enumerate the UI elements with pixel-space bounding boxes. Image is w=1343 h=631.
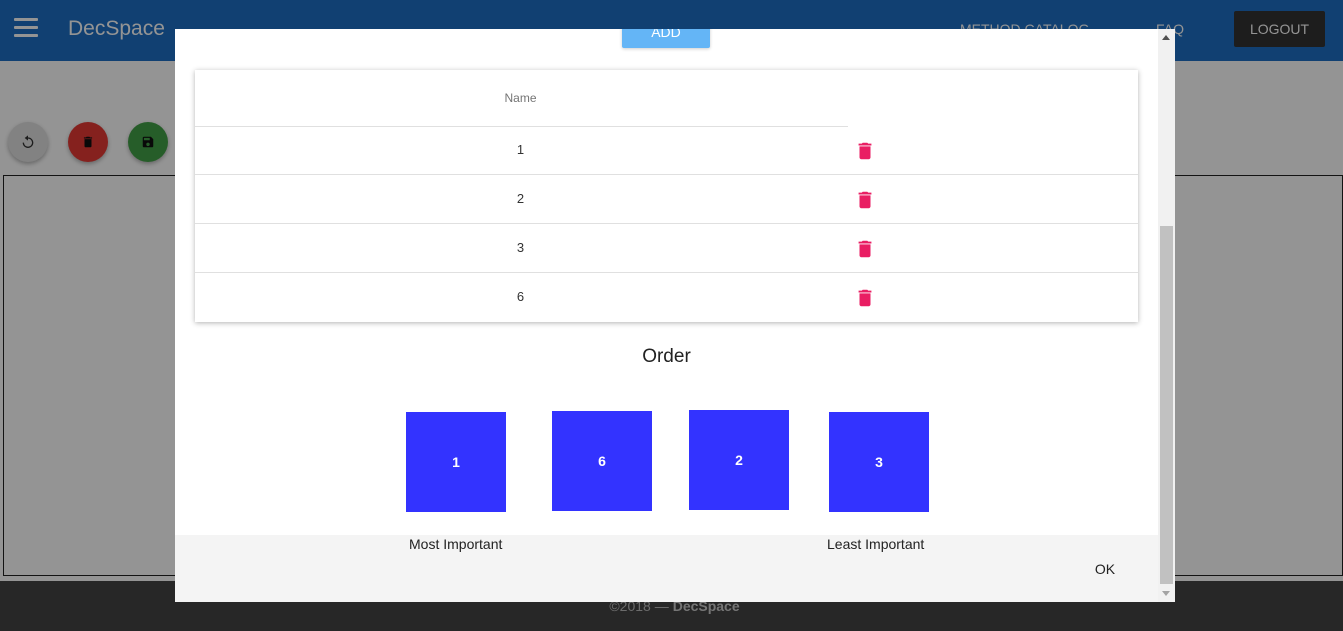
- scroll-down-arrow-icon[interactable]: [1162, 591, 1170, 596]
- order-item[interactable]: 2: [689, 410, 789, 510]
- row-name: 2: [516, 191, 525, 206]
- order-item[interactable]: 6: [552, 411, 652, 511]
- table-row: 3: [195, 224, 1138, 273]
- row-name: 3: [516, 240, 525, 255]
- order-title: Order: [642, 346, 691, 367]
- add-button[interactable]: ADD: [622, 29, 710, 48]
- order-modal: ADD Name 1 2 3 6 Order 1 6 2 3 Most Impo…: [175, 29, 1175, 602]
- alternatives-table: Name 1 2 3 6: [195, 70, 1138, 322]
- table-row: 6: [195, 273, 1138, 322]
- scrollbar-thumb[interactable]: [1160, 226, 1173, 584]
- order-item[interactable]: 3: [829, 412, 929, 512]
- table-row: 1: [195, 126, 1138, 175]
- delete-row-icon[interactable]: [854, 189, 876, 211]
- table-header: Name: [195, 70, 1138, 127]
- row-name: 1: [516, 142, 525, 157]
- modal-actions-bar: [175, 535, 1158, 602]
- most-important-label: Most Important: [409, 536, 503, 552]
- row-name: 6: [516, 289, 525, 304]
- delete-row-icon[interactable]: [854, 238, 876, 260]
- column-header-name[interactable]: Name: [195, 91, 846, 105]
- modal-scrollbar[interactable]: [1158, 29, 1175, 602]
- order-item[interactable]: 1: [406, 412, 506, 512]
- table-row: 2: [195, 175, 1138, 224]
- ok-button[interactable]: OK: [1083, 557, 1127, 581]
- scroll-up-arrow-icon[interactable]: [1162, 35, 1170, 40]
- delete-row-icon[interactable]: [854, 287, 876, 309]
- least-important-label: Least Important: [827, 536, 925, 552]
- delete-row-icon[interactable]: [854, 140, 876, 162]
